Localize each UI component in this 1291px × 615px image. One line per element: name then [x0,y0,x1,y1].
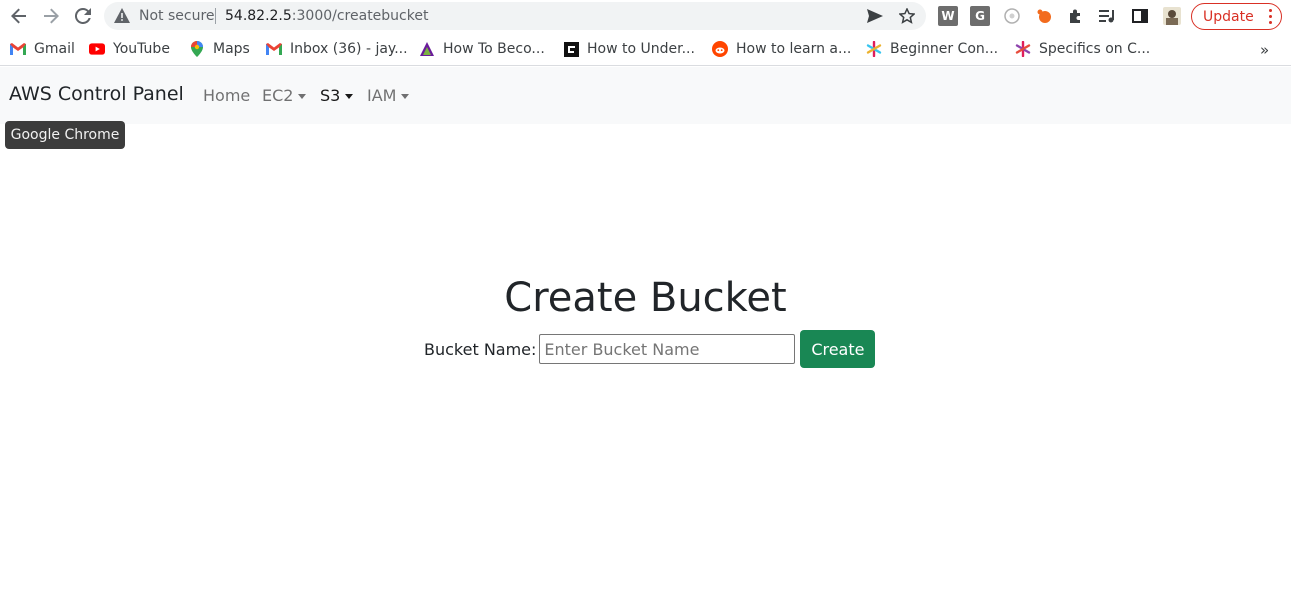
nav-link-label: EC2 [262,86,294,105]
bookmark-how-to-become[interactable]: How To Beco... [419,40,545,58]
extension-w-icon[interactable]: W [938,6,958,26]
nav-link-label: IAM [367,86,397,105]
nav-dropdown-s3[interactable]: S3 [320,86,354,105]
maps-icon [189,41,205,57]
side-panel-icon[interactable] [1130,6,1150,26]
page-title: Create Bucket [504,275,787,321]
bookmark-label: How to learn a... [736,41,852,57]
profile-avatar-icon[interactable] [1162,6,1182,26]
create-bucket-form: Bucket Name: Create [424,330,876,368]
extension-circle-icon[interactable] [1002,6,1022,26]
extension-fire-icon[interactable] [1034,6,1054,26]
nav-dropdown-ec2[interactable]: EC2 [262,86,307,105]
triangle-icon [419,41,435,57]
bookmark-label: How to Under... [587,41,695,57]
bookmark-label: Gmail [34,41,75,57]
address-bar[interactable]: Not secure 54.82.2.5:3000/createbucket [104,2,926,30]
reload-button[interactable] [70,4,96,28]
bookmark-inbox[interactable]: Inbox (36) - jay... [266,40,408,58]
asterisk-icon [866,41,882,57]
nav-link-label: Home [203,86,251,105]
bookmark-beginner[interactable]: Beginner Con... [866,40,998,58]
nav-dropdown-iam[interactable]: IAM [367,86,410,105]
arrow-right-icon [44,8,59,24]
bookmark-label: Specifics on C... [1039,41,1151,57]
back-button[interactable] [6,4,32,28]
kebab-menu-icon [1269,9,1272,24]
asterisk-icon [1015,41,1031,57]
reddit-icon [712,41,728,57]
star-icon[interactable] [898,7,916,25]
update-button[interactable]: Update [1191,3,1282,30]
url-text[interactable]: 54.82.2.5:3000/createbucket [225,8,428,24]
bookmark-how-to-understand[interactable]: How to Under... [563,40,695,58]
extensions-puzzle-icon[interactable] [1066,6,1086,26]
bookmark-gmail[interactable]: Gmail [10,40,75,58]
square-logo-icon [563,41,579,57]
bookmark-label: Inbox (36) - jay... [290,41,408,57]
more-bookmarks-button[interactable]: » [1260,41,1269,59]
forward-button[interactable] [38,4,64,28]
nav-link-home[interactable]: Home [203,86,250,105]
reload-icon [75,8,91,24]
bookmark-label: How To Beco... [443,41,545,57]
create-button[interactable]: Create [800,330,876,368]
browser-toolbar: Not secure 54.82.2.5:3000/createbucket W… [0,0,1291,32]
bookmark-label: Maps [213,41,250,57]
youtube-icon [89,41,105,57]
bookmark-label: Beginner Con... [890,41,999,57]
tooltip: Google Chrome [5,121,125,149]
bookmarks-bar: Gmail YouTube Maps Inbox (36) - jay... H… [0,32,1291,66]
nav-link-label: S3 [320,86,341,105]
caret-down-icon [298,93,307,99]
bucket-name-label: Bucket Name: [424,339,537,359]
url-host: 54.82.2.5 [225,8,292,24]
gmail-icon [266,41,282,57]
bookmark-specifics[interactable]: Specifics on C... [1015,40,1150,58]
caret-down-icon [345,93,354,99]
send-icon[interactable] [866,7,884,25]
bookmark-label: YouTube [113,41,170,57]
gmail-icon [10,41,26,57]
url-path: :3000/createbucket [291,8,429,24]
security-status[interactable]: Not secure [139,8,215,24]
omnibox-divider [215,8,216,24]
navbar-brand[interactable]: AWS Control Panel [9,83,184,105]
extension-g-icon[interactable]: G [970,6,990,26]
media-playlist-icon[interactable] [1098,6,1118,26]
caret-down-icon [401,93,410,99]
bookmark-youtube[interactable]: YouTube [89,40,170,58]
warning-icon [114,8,130,27]
bookmark-how-to-learn[interactable]: How to learn a... [712,40,851,58]
bucket-name-input[interactable] [539,334,796,364]
bookmark-maps[interactable]: Maps [189,40,250,58]
update-label: Update [1203,8,1254,25]
app-navbar: AWS Control Panel Home EC2 S3 IAM [0,67,1291,124]
arrow-left-icon [11,8,26,24]
